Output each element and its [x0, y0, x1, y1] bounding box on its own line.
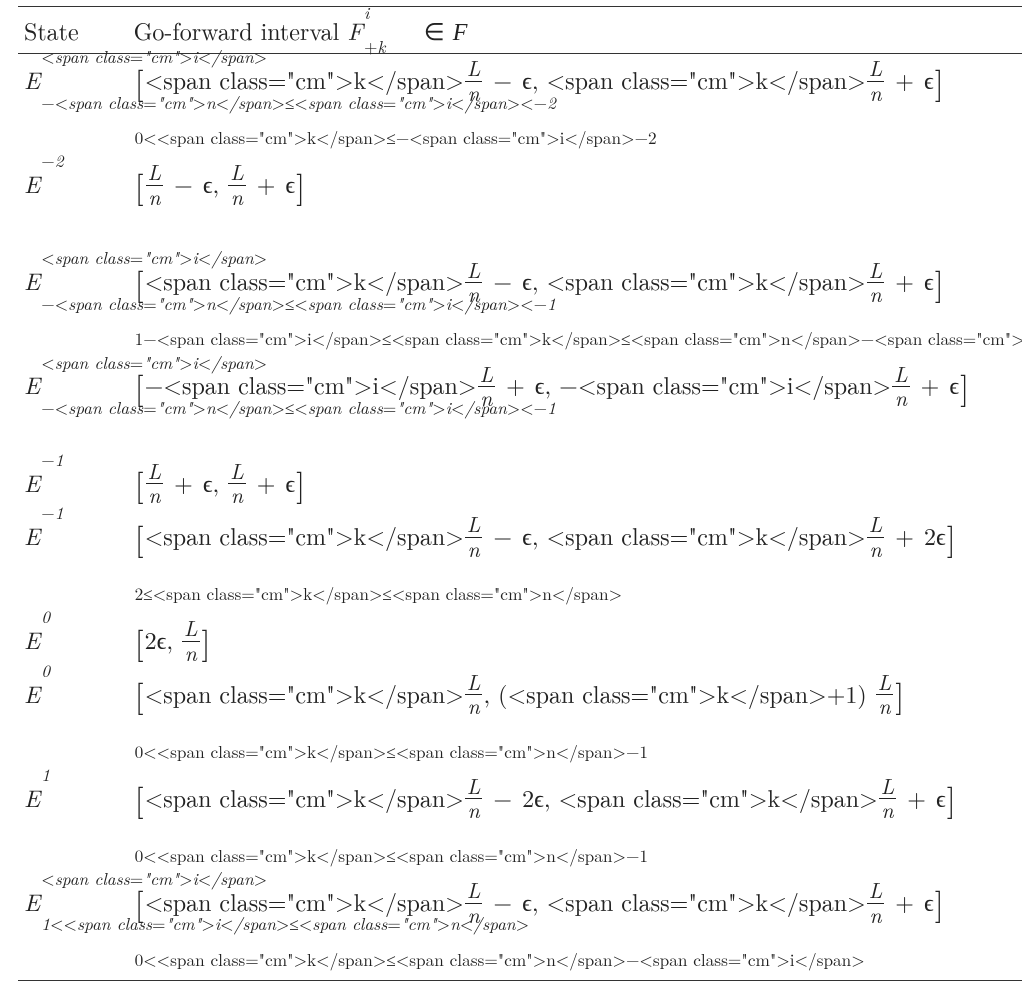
table-row: E<span class="cm">i</span>−<span class="… — [18, 54, 1022, 159]
state-cell: E<span class="cm">i</span>−<span class="… — [18, 359, 128, 456]
table-body: E<span class="cm">i</span>−<span class="… — [18, 54, 1022, 981]
table-row: E1[<span class="cm">k</span>Ln − 2ϵ, <sp… — [18, 772, 1022, 876]
state-cell: E<span class="cm">i</span>−<span class="… — [18, 255, 128, 359]
interval-cell: [<span class="cm">k</span>Ln, (<span cla… — [128, 668, 1022, 772]
table-row: E−1[Ln + ϵ, Ln + ϵ]E−1 ↦ E1 — [18, 457, 1022, 510]
table-row: E−2[Ln − ϵ, Ln + ϵ]E−2 ↦ E−1 — [18, 158, 1022, 255]
state-cell: E−1 — [18, 510, 128, 614]
state-cell: E<span class="cm">i</span>1<<span class=… — [18, 876, 128, 981]
state-cell: E0 — [18, 668, 128, 772]
interval-cell: [<span class="cm">k</span>Ln − ϵ, <span … — [128, 510, 1022, 614]
table-row: E<span class="cm">i</span>1<<span class=… — [18, 876, 1022, 981]
interval-cell: [Ln + ϵ, Ln + ϵ] — [128, 457, 1022, 510]
table-row: E<span class="cm">i</span>−<span class="… — [18, 359, 1022, 456]
state-cell: E<span class="cm">i</span>−<span class="… — [18, 54, 128, 159]
table-row: E0[2ϵ, Ln]E0 ↦ E1 — [18, 614, 1022, 667]
table-row: E<span class="cm">i</span>−<span class="… — [18, 255, 1022, 359]
interval-cell: [Ln − ϵ, Ln + ϵ] — [128, 158, 1022, 255]
table-row: E0[<span class="cm">k</span>Ln, (<span c… — [18, 668, 1022, 772]
state-cell: E−2 — [18, 158, 128, 255]
math-table: State Go-forward interval Fi++kk ∈ F Eff… — [18, 6, 1022, 981]
interval-cell: [2ϵ, Ln] — [128, 614, 1022, 667]
state-cell: E0 — [18, 614, 128, 667]
interval-cell: [<span class="cm">k</span>Ln − 2ϵ, <span… — [128, 772, 1022, 876]
state-cell: E1 — [18, 772, 128, 876]
state-cell: E−1 — [18, 457, 128, 510]
table-row: E−1[<span class="cm">k</span>Ln − ϵ, <sp… — [18, 510, 1022, 614]
